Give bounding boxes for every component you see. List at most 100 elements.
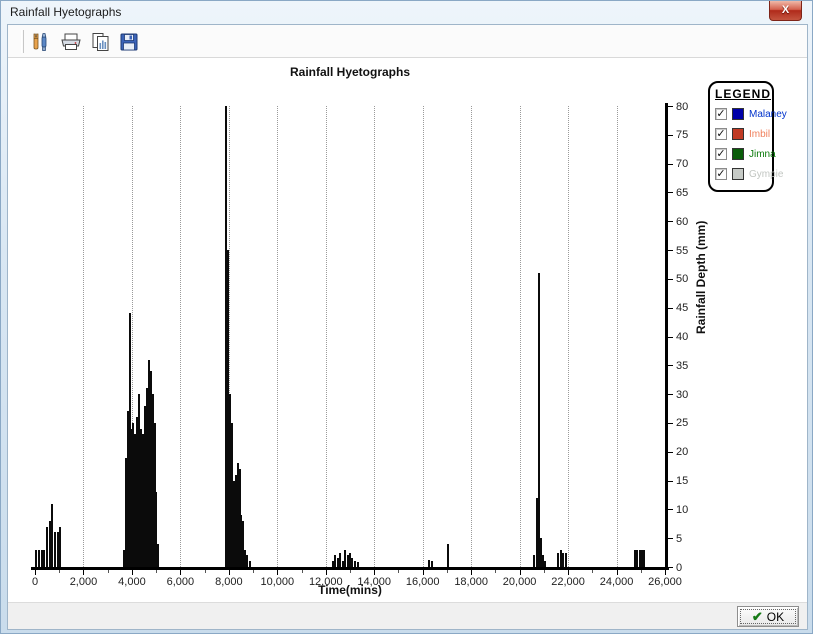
legend-title: LEGEND: [715, 87, 768, 101]
x-tick: [59, 570, 60, 573]
gridline-vertical: [180, 106, 181, 567]
ok-button-label: OK: [767, 610, 784, 624]
gridline-vertical: [83, 106, 84, 567]
y-tick-label: 20: [676, 446, 688, 458]
x-tick: [108, 570, 109, 573]
x-tick: [302, 570, 303, 573]
legend-swatch-malaney: [732, 108, 744, 120]
legend-label-gympie: Gympie: [749, 169, 783, 180]
y-tick: [668, 308, 673, 309]
hyetograph-bar: [59, 527, 61, 567]
gridline-vertical: [423, 106, 424, 567]
x-tick: [277, 570, 278, 575]
x-tick: [205, 570, 206, 573]
y-tick: [668, 567, 673, 568]
print-icon[interactable]: [58, 29, 84, 55]
y-tick-label: 30: [676, 389, 688, 401]
y-tick: [668, 509, 673, 510]
legend-item-jimna: ✓Jimna: [715, 144, 768, 164]
x-tick: [35, 570, 36, 575]
legend-checkbox-jimna[interactable]: ✓: [715, 148, 727, 160]
y-tick-label: 40: [676, 331, 688, 343]
y-tick: [668, 365, 673, 366]
footer-bar: ✔OK: [8, 602, 807, 629]
hyetograph-bar: [565, 553, 567, 567]
x-tick: [398, 570, 399, 573]
y-axis-title: Rainfall Depth (mm): [694, 221, 708, 334]
close-icon[interactable]: X: [769, 1, 802, 21]
toolbar: [8, 25, 807, 58]
copy-report-icon[interactable]: [88, 29, 114, 55]
gridline-vertical: [326, 106, 327, 567]
y-tick-label: 0: [676, 562, 682, 574]
y-tick: [668, 279, 673, 280]
x-tick: [156, 570, 157, 573]
hyetograph-bar: [157, 544, 159, 567]
hyetograph-bar: [643, 550, 645, 567]
y-tick-label: 55: [676, 245, 688, 257]
gridline-vertical: [568, 106, 569, 567]
gridline-vertical: [617, 106, 618, 567]
x-tick: [520, 570, 521, 575]
y-tick-label: 50: [676, 273, 688, 285]
y-tick: [668, 192, 673, 193]
y-tick: [668, 452, 673, 453]
x-tick: [229, 570, 230, 575]
legend-label-imbil: Imbil: [749, 129, 770, 140]
legend-label-jimna: Jimna: [749, 149, 776, 160]
legend-swatch-imbil: [732, 128, 744, 140]
ok-button[interactable]: ✔OK: [737, 606, 799, 627]
y-tick: [668, 337, 673, 338]
y-tick-label: 35: [676, 360, 688, 372]
hyetograph-bar: [447, 544, 449, 567]
x-tick: [592, 570, 593, 573]
x-tick: [544, 570, 545, 573]
y-tick-label: 60: [676, 216, 688, 228]
x-axis-title: Time(mins): [35, 583, 665, 597]
y-tick-label: 15: [676, 475, 688, 487]
x-tick: [447, 570, 448, 573]
x-tick: [326, 570, 327, 575]
x-tick: [374, 570, 375, 575]
legend-item-imbil: ✓ Imbil: [715, 124, 768, 144]
y-tick: [668, 394, 673, 395]
y-tick-label: 25: [676, 417, 688, 429]
x-tick: [350, 570, 351, 573]
legend-checkbox-gympie[interactable]: ✓: [715, 168, 727, 180]
y-tick: [668, 481, 673, 482]
x-tick: [83, 570, 84, 575]
gridline-vertical: [277, 106, 278, 567]
legend-swatch-gympie: [732, 168, 744, 180]
x-tick: [495, 570, 496, 573]
legend-item-malaney: ✓Malaney: [715, 104, 768, 124]
x-tick: [423, 570, 424, 575]
legend-swatch-jimna: [732, 148, 744, 160]
chart-panel: Rainfall Hyetographs 02,0004,0006,0008,0…: [8, 59, 807, 602]
y-tick-label: 80: [676, 101, 688, 113]
legend-checkbox-malaney[interactable]: ✓: [715, 108, 727, 120]
y-tick-label: 65: [676, 187, 688, 199]
tools-icon[interactable]: [28, 29, 54, 55]
gridline-vertical: [471, 106, 472, 567]
titlebar[interactable]: Rainfall Hyetographs X: [1, 1, 812, 24]
y-tick: [668, 164, 673, 165]
y-tick: [668, 135, 673, 136]
x-tick: [253, 570, 254, 573]
x-tick: [665, 570, 666, 575]
x-tick: [641, 570, 642, 573]
hyetograph-bar: [538, 273, 540, 567]
toolbar-grip: [21, 30, 24, 53]
plot-area: 02,0004,0006,0008,00010,00012,00014,0001…: [8, 59, 807, 602]
y-tick: [668, 250, 673, 251]
y-tick-label: 75: [676, 129, 688, 141]
y-tick: [668, 423, 673, 424]
dialog-content: Rainfall Hyetographs 02,0004,0006,0008,0…: [7, 24, 808, 630]
hyetograph-bar: [428, 560, 430, 567]
rainfall-hyetographs-window: Rainfall Hyetographs X: [0, 0, 813, 634]
legend-rows: ✓Malaney✓Imbil✓Jimna✓Gympie: [715, 104, 768, 184]
y-tick-label: 10: [676, 504, 688, 516]
legend-checkbox-imbil[interactable]: ✓: [715, 128, 727, 140]
save-icon[interactable]: [116, 29, 142, 55]
y-tick-label: 5: [676, 533, 682, 545]
x-tick: [132, 570, 133, 575]
